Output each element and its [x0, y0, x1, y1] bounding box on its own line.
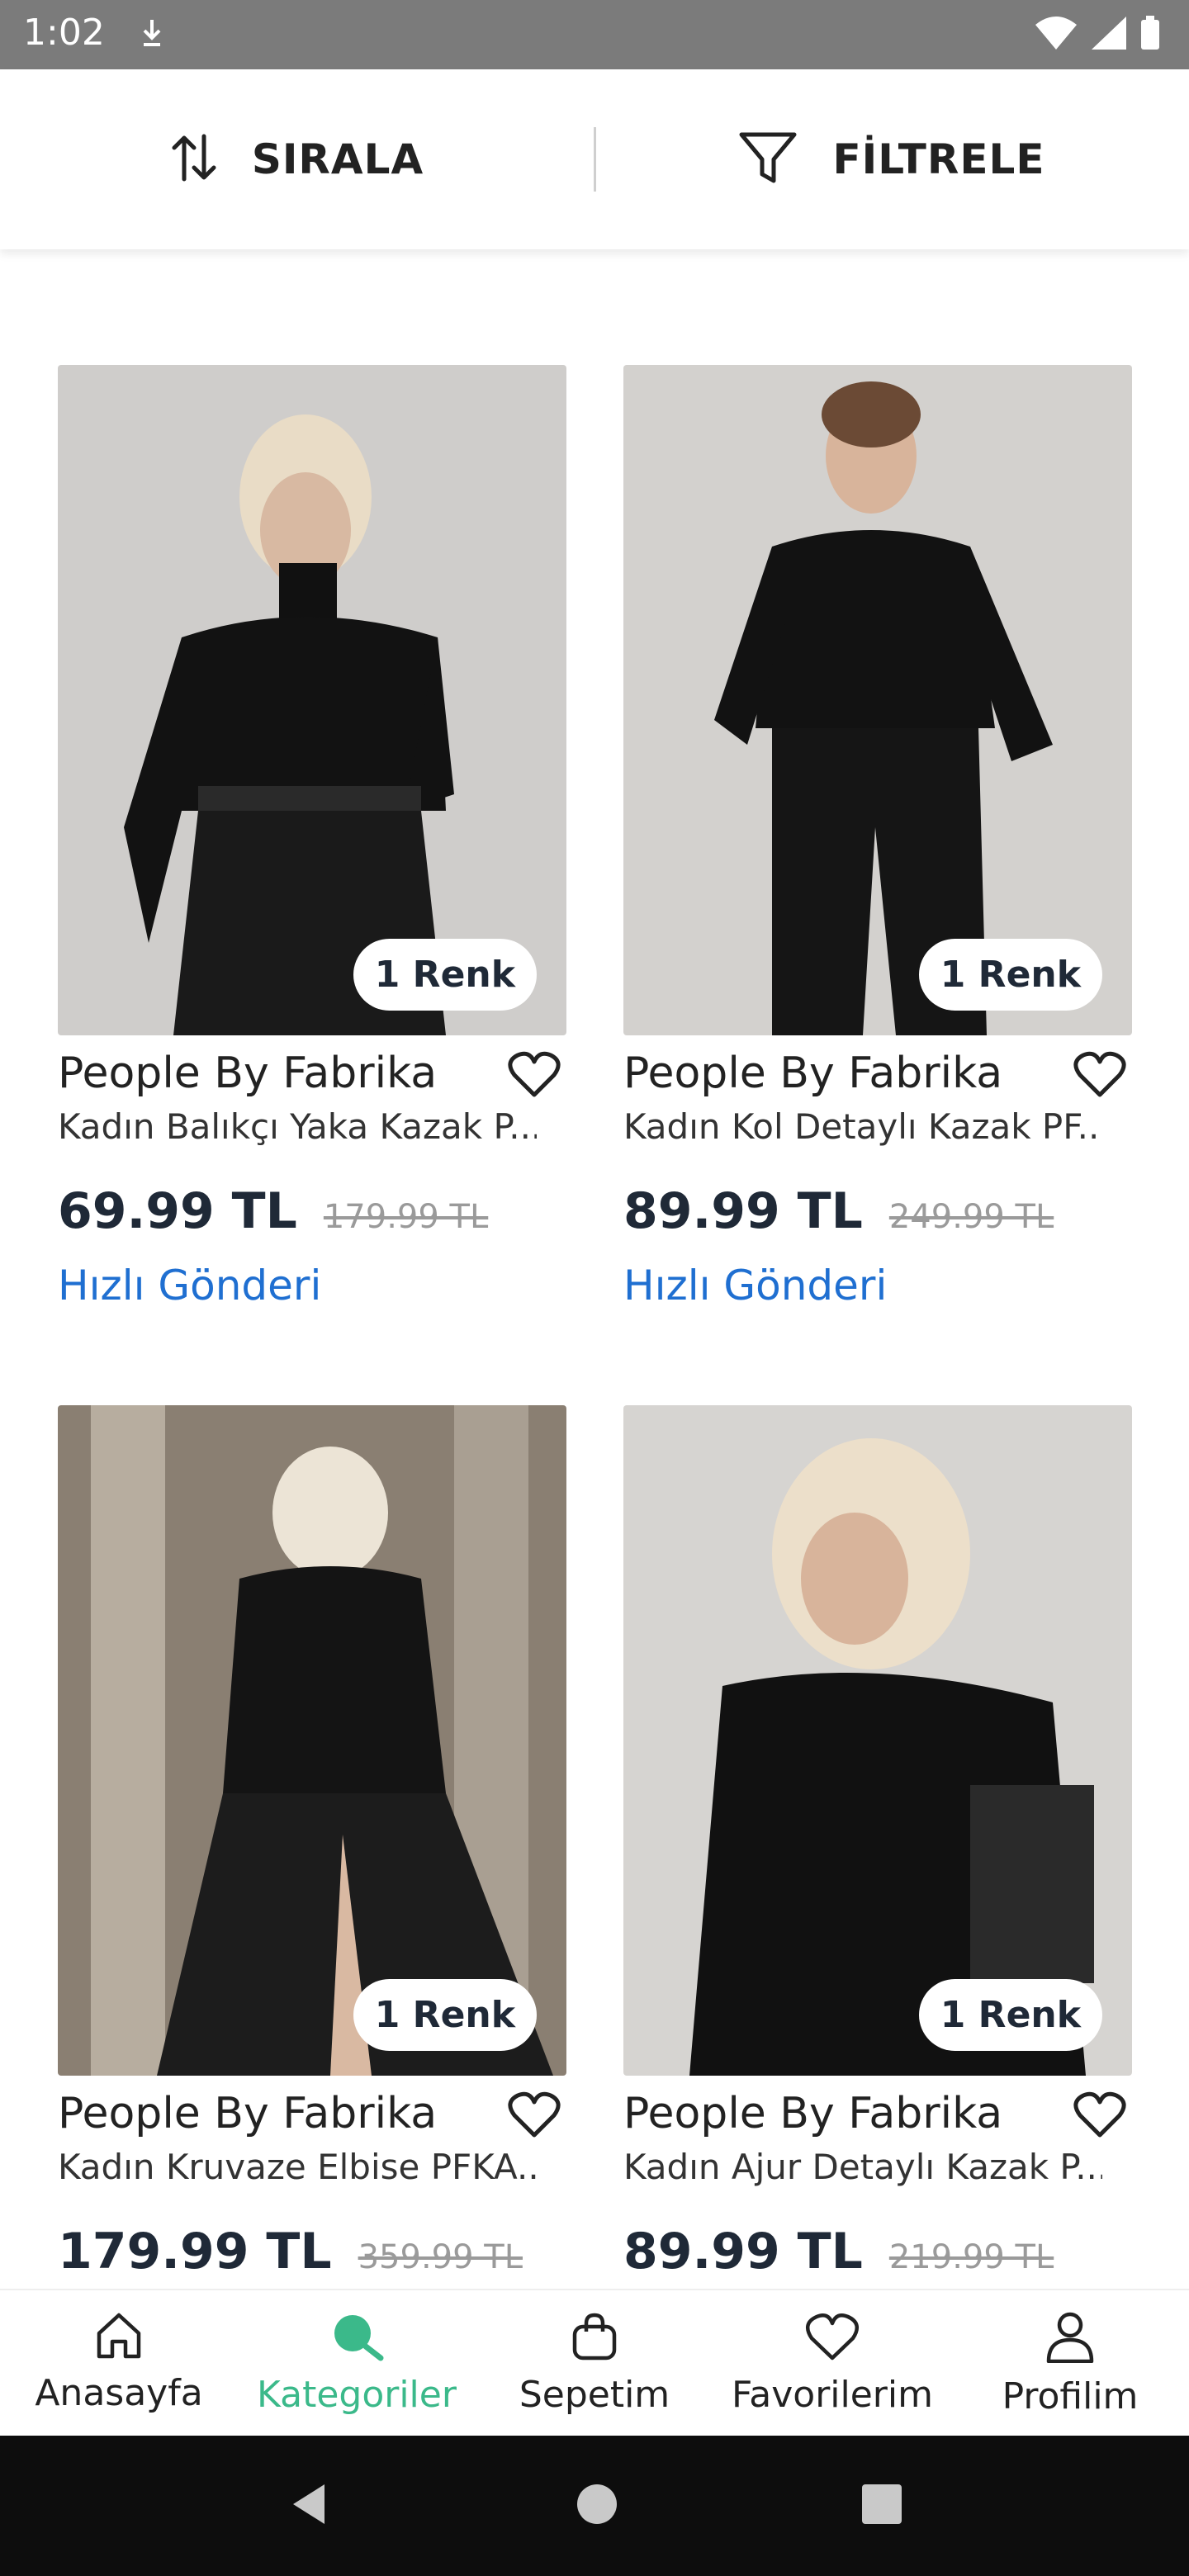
fast-shipping-label: Hızlı Gönderi: [623, 1262, 888, 1309]
price-row: 179.99 TL 359.99 TL: [58, 2223, 523, 2280]
back-icon[interactable]: [285, 2479, 334, 2533]
status-bar: 1:02: [0, 0, 1189, 69]
product-brand: People By Fabrika: [58, 2089, 438, 2138]
sort-filter-bar: SIRALA FİLTRELE: [0, 69, 1189, 249]
price-row: 89.99 TL 249.99 TL: [623, 1182, 1054, 1240]
bag-icon: [570, 2312, 619, 2365]
product-description: Kadın Kol Detaylı Kazak PF...: [623, 1106, 1102, 1147]
product-brand: People By Fabrika: [623, 2089, 1003, 2138]
user-icon: [1045, 2312, 1095, 2367]
product-price: 89.99 TL: [623, 2223, 863, 2280]
color-count-badge: 1 Renk: [353, 939, 537, 1011]
nav-label: Sepetim: [519, 2374, 670, 2416]
favorite-heart-icon[interactable]: [1071, 2086, 1129, 2143]
nav-label: Anasayfa: [35, 2372, 203, 2414]
product-old-price: 359.99 TL: [358, 2238, 523, 2276]
nav-label: Kategoriler: [257, 2374, 457, 2416]
home-circle-icon[interactable]: [575, 2482, 619, 2531]
product-price: 179.99 TL: [58, 2223, 332, 2280]
color-count-badge: 1 Renk: [918, 939, 1102, 1011]
product-image[interactable]: 1 Renk: [623, 1405, 1132, 2076]
favorite-heart-icon[interactable]: [1071, 1045, 1129, 1103]
product-old-price: 179.99 TL: [323, 1198, 489, 1236]
product-grid: 1 Renk People By Fabrika Kadın Balıkçı Y…: [0, 249, 1189, 2289]
product-description: Kadın Ajur Detaylı Kazak P...: [623, 2147, 1102, 2187]
product-brand: People By Fabrika: [623, 1049, 1003, 1098]
nav-label: Profilim: [1002, 2375, 1139, 2417]
product-card[interactable]: 1 Renk People By Fabrika Kadın Balıkçı Y…: [58, 365, 566, 1309]
toolbar-divider: [594, 127, 596, 192]
price-row: 69.99 TL 179.99 TL: [58, 1182, 488, 1240]
filter-button[interactable]: FİLTRELE: [594, 69, 1189, 249]
color-count-badge: 1 Renk: [353, 1979, 537, 2051]
product-card[interactable]: 1 Renk People By Fabrika Kadın Kruvaze E…: [58, 1405, 566, 2289]
fast-shipping-label: Hızlı Gönderi: [58, 1262, 322, 1309]
status-time: 1:02: [23, 12, 105, 54]
nav-item-categories[interactable]: Kategoriler: [238, 2290, 476, 2436]
product-image[interactable]: 1 Renk: [623, 365, 1132, 1035]
color-count-badge: 1 Renk: [918, 1979, 1102, 2051]
favorite-heart-icon[interactable]: [505, 2086, 563, 2143]
download-status-icon: [140, 18, 163, 52]
battery-icon: [1139, 15, 1161, 55]
recents-icon[interactable]: [860, 2482, 904, 2531]
favorite-heart-icon[interactable]: [505, 1045, 563, 1103]
bottom-navigation: Anasayfa Kategoriler Sepetim Favorilerim…: [0, 2289, 1189, 2436]
product-price: 69.99 TL: [58, 1182, 297, 1240]
nav-item-favorites[interactable]: Favorilerim: [713, 2290, 951, 2436]
product-image[interactable]: 1 Renk: [58, 365, 566, 1035]
sort-button[interactable]: SIRALA: [0, 69, 594, 249]
nav-item-profile[interactable]: Profilim: [951, 2290, 1189, 2436]
nav-item-home[interactable]: Anasayfa: [0, 2290, 238, 2436]
signal-icon: [1090, 15, 1128, 55]
product-brand: People By Fabrika: [58, 1049, 438, 1098]
product-old-price: 249.99 TL: [888, 1198, 1054, 1236]
product-price: 89.99 TL: [623, 1182, 863, 1240]
price-row: 89.99 TL 219.99 TL: [623, 2223, 1054, 2280]
system-navigation-bar: [0, 2436, 1189, 2576]
product-description: Kadın Kruvaze Elbise PFKA...: [58, 2147, 537, 2187]
nav-label: Favorilerim: [732, 2374, 933, 2416]
product-card[interactable]: 1 Renk People By Fabrika Kadın Kol Detay…: [623, 365, 1132, 1309]
search-icon: [329, 2312, 384, 2365]
home-icon: [94, 2312, 144, 2364]
wifi-icon: [1034, 15, 1078, 55]
product-card[interactable]: 1 Renk People By Fabrika Kadın Ajur Deta…: [623, 1405, 1132, 2289]
filter-funnel-icon: [738, 131, 798, 188]
nav-item-cart[interactable]: Sepetim: [476, 2290, 713, 2436]
heart-icon: [805, 2312, 860, 2365]
sort-arrows-icon: [171, 131, 217, 188]
product-image[interactable]: 1 Renk: [58, 1405, 566, 2076]
product-old-price: 219.99 TL: [888, 2238, 1054, 2276]
product-description: Kadın Balıkçı Yaka Kazak P...: [58, 1106, 537, 1147]
filter-label: FİLTRELE: [832, 135, 1045, 183]
sort-label: SIRALA: [251, 135, 424, 183]
